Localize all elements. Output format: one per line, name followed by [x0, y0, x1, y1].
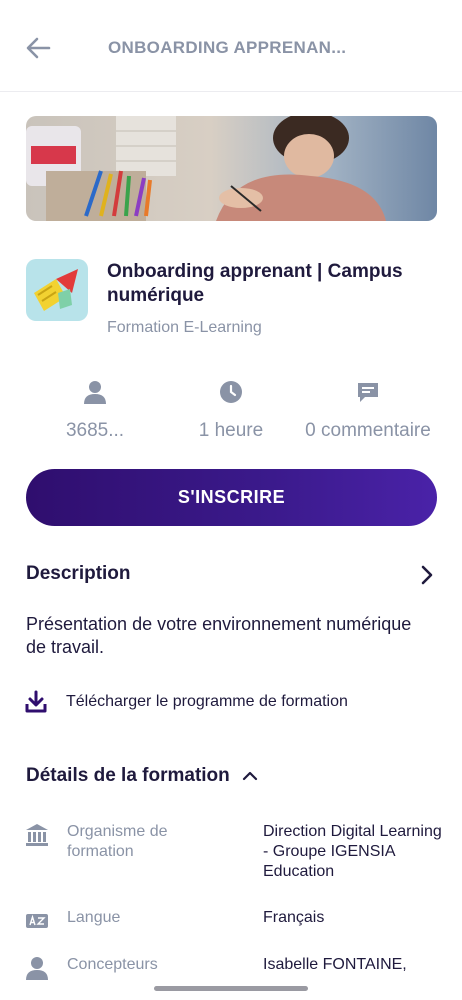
user-icon: [26, 957, 48, 980]
comment-icon: [358, 383, 378, 402]
stat-duration: 1 heure: [156, 378, 306, 442]
back-button[interactable]: [20, 30, 56, 66]
detail-label: Concepteurs: [67, 956, 158, 973]
detail-value: Français: [263, 909, 325, 926]
course-type: Formation E-Learning: [107, 319, 262, 336]
arrow-left-icon: [26, 37, 51, 59]
details-heading: Détails de la formation: [26, 765, 230, 786]
chevron-right-icon: [421, 565, 433, 585]
course-thumbnail: [26, 259, 88, 321]
institution-icon: [26, 824, 48, 846]
detail-label: Langue: [67, 909, 121, 926]
description-heading: Description: [26, 563, 131, 584]
chevron-up-icon: [242, 771, 257, 781]
app-header: ONBOARDING APPRENAN...: [0, 0, 462, 92]
user-icon: [84, 381, 106, 404]
stat-users: 3685...: [20, 378, 170, 442]
stat-duration-value: 1 heure: [198, 420, 264, 441]
download-program-link[interactable]: Télécharger le programme de formation: [24, 688, 348, 716]
description-text: Présentation de votre environnement numé…: [26, 614, 412, 657]
download-icon: [25, 690, 47, 713]
detail-value: Direction Digital Learning - Groupe IGEN…: [263, 823, 442, 880]
download-program-label: Télécharger le programme de formation: [66, 693, 348, 710]
course-title: Onboarding apprenant | Campus numérique: [107, 261, 403, 306]
course-banner-image: [26, 116, 437, 221]
detail-value: Isabelle FONTAINE,: [263, 956, 407, 973]
stat-users-value: 3685...: [65, 420, 125, 441]
home-indicator[interactable]: [154, 986, 308, 991]
details-toggle[interactable]: Détails de la formation: [26, 765, 258, 787]
language-icon: [26, 914, 48, 928]
stat-comments-value: 0 commentaire: [305, 420, 431, 441]
stat-comments: 0 commentaire: [293, 378, 443, 442]
page-title: ONBOARDING APPRENAN...: [108, 38, 347, 57]
detail-label: Organisme de formation: [67, 823, 168, 860]
enroll-button[interactable]: S'INSCRIRE: [26, 469, 437, 526]
clock-icon: [220, 381, 242, 403]
description-expand-button[interactable]: [412, 560, 442, 590]
